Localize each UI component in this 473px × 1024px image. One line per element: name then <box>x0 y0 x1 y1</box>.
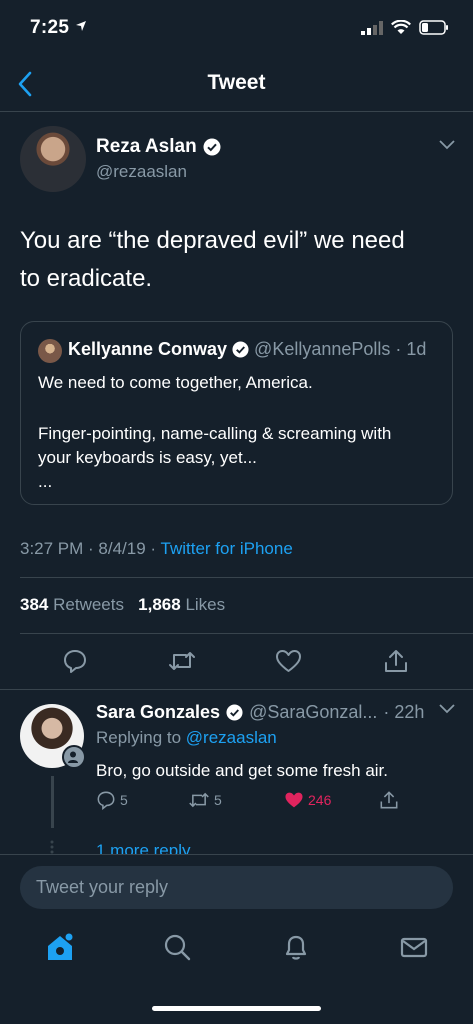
reply-like-button[interactable]: 246 <box>284 790 331 810</box>
person-icon <box>68 751 78 763</box>
replying-to-handle[interactable]: @rezaaslan <box>186 728 277 747</box>
verified-icon <box>226 704 243 721</box>
tweet-actions <box>0 648 473 676</box>
compose-divider <box>0 854 473 855</box>
chevron-down-icon[interactable] <box>439 140 455 150</box>
reply-input-placeholder: Tweet your reply <box>36 877 169 897</box>
retweets-stat[interactable]: 384 Retweets <box>20 595 124 614</box>
reply-retweet-button[interactable]: 5 <box>188 790 222 810</box>
reply-icon <box>97 791 115 810</box>
quoted-name: Kellyanne Conway <box>68 339 228 359</box>
bell-icon[interactable] <box>281 932 311 962</box>
thread-line <box>51 776 54 828</box>
home-icon[interactable] <box>45 932 75 962</box>
reply-icon[interactable] <box>62 648 88 674</box>
search-icon[interactable] <box>162 932 192 962</box>
stats-divider <box>20 633 473 634</box>
reply-share-button[interactable] <box>379 790 399 810</box>
tab-bar <box>0 932 473 968</box>
quoted-header: Kellyanne Conway @KellyannePolls · 1d <box>68 339 426 360</box>
author-handle[interactable]: @rezaaslan <box>96 162 187 182</box>
tweet-stats: 384 Retweets 1,868 Likes <box>20 595 225 615</box>
reply-reply-button[interactable]: 5 <box>96 790 128 810</box>
home-indicator <box>152 1006 321 1011</box>
page-title: Tweet <box>207 71 266 94</box>
tweet-source-link[interactable]: Twitter for iPhone <box>161 539 293 558</box>
quoted-age: · 1d <box>395 339 427 359</box>
meta-divider <box>20 577 473 578</box>
retweet-icon <box>189 792 209 808</box>
share-icon <box>380 791 398 809</box>
wifi-icon <box>391 20 411 34</box>
like-icon-filled <box>285 792 303 808</box>
reply-author-name[interactable]: Sara Gonzales <box>96 702 220 723</box>
reply-header: Sara Gonzales @SaraGonzal... · 22h <box>96 702 424 723</box>
mail-icon[interactable] <box>399 932 429 962</box>
status-time: 7:25 <box>30 17 87 39</box>
thread-dots <box>50 840 54 854</box>
signal-icon <box>361 20 383 35</box>
status-indicators <box>361 20 449 35</box>
reply-age: · 22h <box>383 702 425 722</box>
tweet-text: You are “the depraved evil” we need to e… <box>20 227 405 292</box>
retweet-icon[interactable] <box>168 648 196 674</box>
likes-stat[interactable]: 1,868 Likes <box>138 595 225 614</box>
author-avatar[interactable] <box>20 126 86 192</box>
quoted-text-line: We need to come together, America. <box>38 373 313 392</box>
author-name[interactable]: Reza Aslan <box>96 136 221 158</box>
reply-text: Bro, go outside and get some fresh air. <box>96 761 389 780</box>
follow-badge <box>62 745 86 769</box>
quoted-handle: @KellyannePolls <box>254 339 391 359</box>
tweet-timestamp: 3:27 PM · 8/4/19 · Twitter for iPhone <box>20 539 293 558</box>
battery-icon <box>419 20 448 35</box>
reply-actions: 5 5 246 <box>96 790 416 812</box>
quoted-avatar <box>38 339 62 363</box>
reply-author-handle[interactable]: @SaraGonzal... <box>249 702 377 723</box>
quoted-text-body: Finger-pointing, name-calling & screamin… <box>38 424 392 491</box>
location-arrow-icon <box>75 21 86 31</box>
share-icon[interactable] <box>383 648 409 674</box>
verified-icon <box>232 341 249 358</box>
like-icon[interactable] <box>275 648 302 674</box>
replying-to: Replying to @rezaaslan <box>96 728 277 747</box>
header-divider <box>0 111 473 112</box>
actions-divider <box>0 689 473 690</box>
chevron-down-icon[interactable] <box>439 704 455 714</box>
verified-icon <box>203 138 221 156</box>
